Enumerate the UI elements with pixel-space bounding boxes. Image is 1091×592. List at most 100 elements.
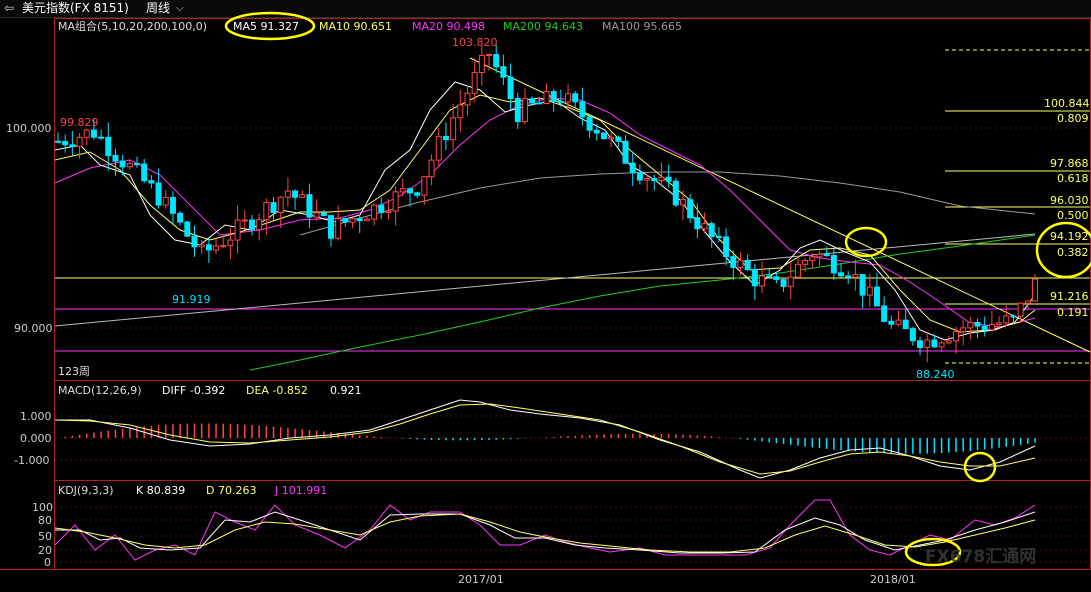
kdj-title: KDJ(9,3,3) (58, 484, 114, 497)
candle-up (213, 245, 220, 251)
candle-up (787, 276, 794, 287)
candle-down (622, 140, 629, 164)
candle-up (76, 136, 83, 147)
candle-up (852, 273, 859, 278)
candle-down (112, 154, 119, 162)
candle-down (687, 199, 694, 219)
candle-up (737, 259, 744, 268)
candle-down (888, 320, 895, 325)
candle-down (629, 162, 636, 174)
candle-down (579, 101, 586, 118)
macd-y-tick-1: 1.000 (20, 410, 52, 423)
candle-up (816, 253, 823, 258)
macd-y-tick-m1: -1.000 (14, 454, 49, 467)
candle-down (320, 212, 327, 217)
candlestick-series (55, 44, 1038, 363)
candle-up (521, 98, 528, 123)
candle-up (371, 204, 378, 220)
candle-down (141, 163, 148, 182)
candle-up (945, 340, 952, 344)
ma-cross-highlight-circle (844, 226, 888, 258)
candle-down (665, 176, 672, 182)
candle-up (679, 199, 686, 206)
candle-down (62, 140, 69, 146)
candle-down (292, 190, 299, 198)
candle-down (550, 91, 557, 102)
candle-down (414, 192, 421, 196)
macd-y-tick-0: 0.000 (20, 432, 52, 445)
kdj-y-tick-0: 0 (44, 556, 51, 569)
candle-down (859, 273, 866, 296)
x-label-2017: 2017/01 (458, 573, 504, 586)
fib-price-5: 91.216 (1050, 290, 1089, 303)
candle-up (220, 245, 227, 248)
candle-down (572, 93, 579, 103)
macd-diff: DIFF -0.392 (162, 384, 225, 397)
candle-down (766, 275, 773, 278)
candle-down (500, 66, 507, 78)
candle-up (241, 219, 248, 222)
candle-up (924, 339, 931, 349)
fib-price-3: 96.030 (1050, 194, 1089, 207)
candle-down (105, 136, 112, 156)
candle-down (672, 180, 679, 206)
candle-up (399, 188, 406, 193)
kdj-y-tick-80: 80 (38, 514, 52, 527)
ma20-value: MA20 90.498 (412, 20, 485, 33)
candle-up (866, 286, 873, 296)
price-annotations: 103.820 99.829 91.919 88.240 123周 (58, 36, 955, 381)
fib-ratio-1: 0.809 (1057, 112, 1089, 125)
candle-down (723, 236, 730, 258)
high-label: 103.820 (452, 36, 498, 49)
candle-down (881, 305, 888, 322)
candle-down (306, 194, 313, 218)
candle-up (701, 223, 708, 230)
candle-down (407, 188, 414, 194)
candle-up (478, 54, 485, 73)
candle-up (809, 256, 816, 262)
candle-down (155, 182, 162, 206)
candle-up (126, 163, 133, 168)
chart-canvas[interactable]: MA组合(5,10,20,200,100,0) MA5 91.327 MA10 … (0, 0, 1091, 592)
candle-up (349, 218, 356, 223)
candle-up (1032, 278, 1038, 302)
ma5-value: MA5 91.327 (233, 20, 299, 33)
candle-up (759, 275, 766, 287)
low-label: 91.919 (172, 293, 211, 306)
fib-price-1: 100.844 (1044, 97, 1090, 110)
candle-down (134, 163, 141, 166)
candle-up (234, 219, 241, 241)
candle-down (270, 202, 277, 213)
candle-up (392, 191, 399, 212)
ma-indicator-title: MA组合(5,10,20,200,100,0) (58, 19, 207, 33)
candle-down (744, 259, 751, 271)
candle-up (450, 117, 457, 141)
candle-up (471, 71, 478, 94)
candle-up (608, 136, 615, 140)
candle-up (313, 212, 320, 218)
left-high-label: 99.829 (60, 116, 99, 129)
candle-up (658, 176, 665, 182)
candle-down (378, 204, 385, 214)
fib-ratio-5: 0.191 (1057, 306, 1089, 319)
candle-down (177, 212, 184, 223)
candle-up (162, 197, 169, 206)
candle-down (248, 219, 255, 231)
candle-down (191, 235, 198, 248)
candle-up (1017, 302, 1024, 317)
ma10-value: MA10 90.651 (319, 20, 392, 33)
candle-down (615, 136, 622, 142)
candle-up (457, 104, 464, 119)
candle-down (90, 129, 97, 138)
kdj-k: K 80.839 (136, 484, 185, 497)
candle-down (55, 140, 61, 143)
period-count: 123周 (58, 365, 90, 378)
candle-down (507, 76, 514, 99)
candle-down (69, 144, 76, 147)
candle-down (917, 340, 924, 349)
candle-down (981, 325, 988, 331)
candle-down (773, 276, 780, 281)
candle-down (708, 223, 715, 238)
candle-up (428, 159, 435, 178)
candle-up (83, 129, 90, 138)
